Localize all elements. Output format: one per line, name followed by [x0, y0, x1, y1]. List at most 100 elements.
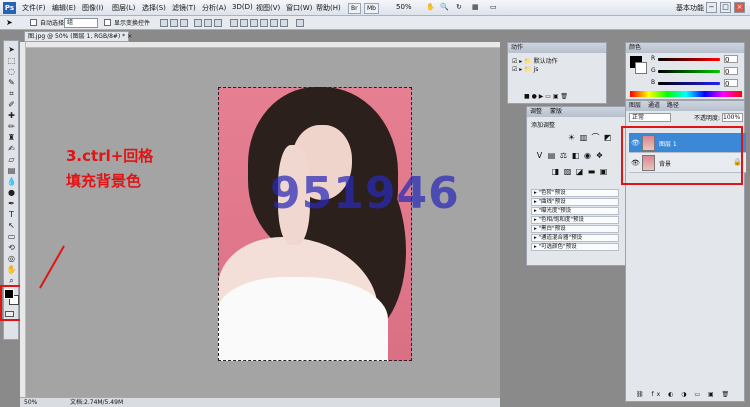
menu-edit[interactable]: 编辑(E): [52, 3, 76, 13]
photo-filter-icon[interactable]: ◉: [583, 151, 592, 160]
posterize-icon[interactable]: ▨: [563, 167, 572, 176]
menu-file[interactable]: 文件(F): [22, 3, 46, 13]
channel-r-slider[interactable]: [658, 58, 720, 61]
curves-icon[interactable]: ⌒: [591, 133, 600, 142]
marquee-icon[interactable]: ⬚: [6, 56, 17, 66]
maximize-button[interactable]: □: [720, 2, 731, 13]
status-zoom[interactable]: 50%: [24, 398, 37, 407]
rotate-view-icon[interactable]: ↻: [456, 3, 462, 11]
distribute-right-icon[interactable]: [280, 19, 288, 27]
align-left-icon[interactable]: [194, 19, 202, 27]
channel-g-value[interactable]: 0: [724, 67, 738, 76]
tab-actions[interactable]: 动作: [511, 44, 523, 51]
color-bg-swatch[interactable]: [635, 62, 647, 74]
align-center-icon[interactable]: [204, 19, 212, 27]
preset-hue-saturation[interactable]: ▸ "色相/饱和度"预设: [531, 216, 619, 224]
invert-icon[interactable]: ◨: [551, 167, 560, 176]
black-white-icon[interactable]: ◧: [571, 151, 580, 160]
type-icon[interactable]: T: [6, 210, 17, 220]
menu-view[interactable]: 视图(V): [256, 3, 280, 13]
tab-paths[interactable]: 路径: [667, 102, 679, 109]
align-right-icon[interactable]: [214, 19, 222, 27]
hue-saturation-icon[interactable]: ▤: [547, 151, 556, 160]
preset-black-white[interactable]: ▸ "黑白"预设: [531, 225, 619, 233]
levels-icon[interactable]: ▥: [579, 133, 588, 142]
document-close-icon[interactable]: ×: [127, 33, 132, 40]
channel-b-slider[interactable]: [658, 82, 720, 85]
close-button[interactable]: ×: [734, 2, 745, 13]
brush-icon[interactable]: ✏: [6, 122, 17, 132]
hand-icon[interactable]: ✋: [6, 265, 17, 275]
arrange-documents-icon[interactable]: ▦: [472, 3, 479, 11]
eraser-icon[interactable]: ▱: [6, 155, 17, 165]
distribute-bottom-icon[interactable]: [250, 19, 258, 27]
menu-image[interactable]: 图像(I): [82, 3, 104, 13]
selective-color-icon[interactable]: ▣: [599, 167, 608, 176]
eyedropper-icon[interactable]: ✐: [6, 100, 17, 110]
move-tool-icon[interactable]: ➤: [6, 18, 13, 27]
action-set-default[interactable]: ☑ ▸ 📁 默认动作: [512, 56, 558, 65]
distribute-center-icon[interactable]: [270, 19, 278, 27]
screen-mode-icon[interactable]: ▭: [490, 3, 497, 11]
preset-curves[interactable]: ▸ "曲线"预设: [531, 198, 619, 206]
3d-camera-icon[interactable]: ◎: [6, 254, 17, 264]
menu-3d[interactable]: 3D(D): [232, 3, 253, 11]
color-spectrum-bar[interactable]: [630, 91, 742, 97]
tab-masks[interactable]: 蒙版: [550, 108, 562, 115]
gradient-icon[interactable]: ▤: [6, 166, 17, 176]
tab-channels[interactable]: 通道: [648, 102, 660, 109]
document-tab[interactable]: 图.jpg @ 50% (图层 1, RGB/8#) * ×: [24, 31, 132, 42]
history-brush-icon[interactable]: ✍: [6, 144, 17, 154]
distribute-left-icon[interactable]: [260, 19, 268, 27]
preset-levels[interactable]: ▸ "色阶"预设: [531, 189, 619, 197]
layer-controls[interactable]: ⛓ fx ◐ ◑ ▭ ▣ 🗑: [636, 391, 732, 398]
minibridge-button[interactable]: Mb: [364, 3, 379, 14]
threshold-icon[interactable]: ◪: [575, 167, 584, 176]
3d-rotate-icon[interactable]: ⟲: [6, 243, 17, 253]
minimize-button[interactable]: −: [706, 2, 717, 13]
distribute-middle-icon[interactable]: [240, 19, 248, 27]
quick-select-icon[interactable]: ✎: [6, 78, 17, 88]
menu-help[interactable]: 帮助(H): [316, 3, 341, 13]
tab-adjustments[interactable]: 调整: [530, 108, 542, 115]
foreground-color-swatch[interactable]: [4, 289, 14, 299]
crop-icon[interactable]: ⌗: [6, 89, 17, 99]
menu-select[interactable]: 选择(S): [142, 3, 166, 13]
hand-tool-icon[interactable]: ✋: [426, 3, 435, 11]
menu-layer[interactable]: 图层(L): [112, 3, 135, 13]
menu-window[interactable]: 窗口(W): [286, 3, 312, 13]
preset-exposure[interactable]: ▸ "曝光度"预设: [531, 207, 619, 215]
preset-channel-mixer[interactable]: ▸ "通道混合器"预设: [531, 234, 619, 242]
blend-mode-select[interactable]: 正常: [629, 113, 671, 122]
quick-mask-icon[interactable]: [5, 311, 14, 317]
auto-select-checkbox[interactable]: [30, 19, 37, 26]
channel-g-slider[interactable]: [658, 70, 720, 73]
path-select-icon[interactable]: ↖: [6, 221, 17, 231]
vibrance-icon[interactable]: V: [535, 151, 544, 160]
healing-brush-icon[interactable]: ✚: [6, 111, 17, 121]
bridge-button[interactable]: Br: [348, 3, 361, 14]
tab-layers[interactable]: 图层: [629, 102, 641, 109]
auto-select-dropdown[interactable]: 组: [64, 18, 98, 28]
dodge-icon[interactable]: ●: [6, 188, 17, 198]
brightness-icon[interactable]: ☀: [567, 133, 576, 142]
zoom-readout[interactable]: 50%: [396, 3, 412, 11]
align-top-icon[interactable]: [160, 19, 168, 27]
action-controls[interactable]: ■ ● ▶ ▭ ▣ 🗑: [524, 93, 568, 100]
lasso-icon[interactable]: ◌: [6, 67, 17, 77]
color-balance-icon[interactable]: ⚖: [559, 151, 568, 160]
menu-filter[interactable]: 滤镜(T): [172, 3, 196, 13]
action-set-js[interactable]: ☑ ▸ 📁 js: [512, 66, 538, 73]
channel-b-value[interactable]: 0: [724, 79, 738, 88]
menu-analysis[interactable]: 分析(A): [202, 3, 226, 13]
move-icon[interactable]: ➤: [6, 45, 17, 55]
gradient-map-icon[interactable]: ▬: [587, 167, 596, 176]
tab-color[interactable]: 颜色: [629, 44, 641, 51]
auto-align-icon[interactable]: [296, 19, 304, 27]
pen-icon[interactable]: ✒: [6, 199, 17, 209]
preset-selective-color[interactable]: ▸ "可选颜色"预设: [531, 243, 619, 251]
clone-stamp-icon[interactable]: ♜: [6, 133, 17, 143]
opacity-input[interactable]: 100%: [722, 113, 743, 122]
workspace-switcher[interactable]: 基本功能: [676, 3, 704, 13]
align-middle-icon[interactable]: [170, 19, 178, 27]
